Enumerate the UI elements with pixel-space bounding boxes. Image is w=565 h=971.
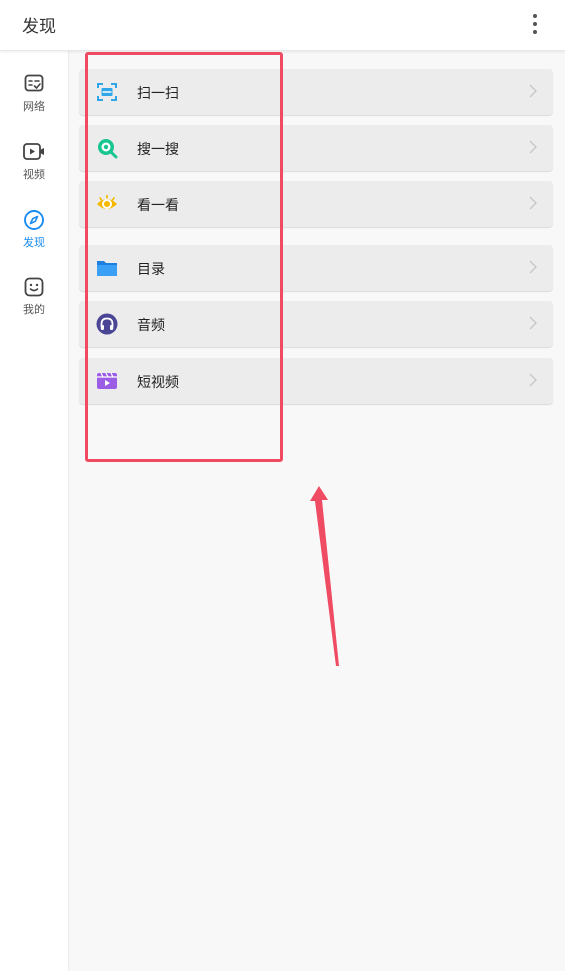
sidebar-item-label: 我的 [23,303,45,316]
chevron-right-icon [529,84,537,98]
list-item-short-video[interactable]: 短视频 [79,358,553,404]
sidebar-item-label: 发现 [23,236,45,249]
list-item-label: 扫一扫 [137,86,179,102]
chevron-right-icon [529,140,537,154]
chevron-right-icon [529,373,537,387]
folder-icon [97,261,117,276]
list-item-label: 短视频 [137,375,179,391]
smiley-icon [24,277,44,297]
search-icon [98,139,118,159]
list-item-scan[interactable]: 扫一扫 [79,69,553,115]
network-icon [24,74,44,92]
compass-icon [24,210,44,230]
list-item-look[interactable]: 看一看 [79,181,553,227]
list-item-directory[interactable]: 目录 [79,245,553,291]
sidebar-item-mine[interactable]: 我的 [0,276,68,332]
chevron-right-icon [529,196,537,210]
list-item-label: 目录 [137,262,165,278]
sidebar-item-label: 网络 [23,100,45,113]
more-vertical-icon[interactable] [527,14,543,34]
scan-icon [97,83,117,101]
list-item-audio[interactable]: 音频 [79,301,553,347]
sidebar-item-discover[interactable]: 发现 [0,209,68,265]
chevron-right-icon [529,260,537,274]
list-item-label: 看一看 [137,198,179,214]
sidebar-item-video[interactable]: 视频 [0,141,68,197]
eye-icon [97,194,117,209]
sidebar-item-label: 视频 [23,168,45,181]
short-video-icon [97,372,117,389]
list-item-search[interactable]: 搜一搜 [79,125,553,171]
top-bar: 发现 [0,0,565,51]
chevron-right-icon [529,316,537,330]
list-item-label: 搜一搜 [137,142,179,158]
sidebar: 网络 视频 发现 我的 [0,51,69,971]
page-title: 发现 [22,17,56,37]
list-item-label: 音频 [137,318,165,334]
sidebar-item-network[interactable]: 网络 [0,73,68,129]
video-icon [23,143,44,160]
headphones-icon [96,313,118,335]
arrow-icon [310,486,339,666]
